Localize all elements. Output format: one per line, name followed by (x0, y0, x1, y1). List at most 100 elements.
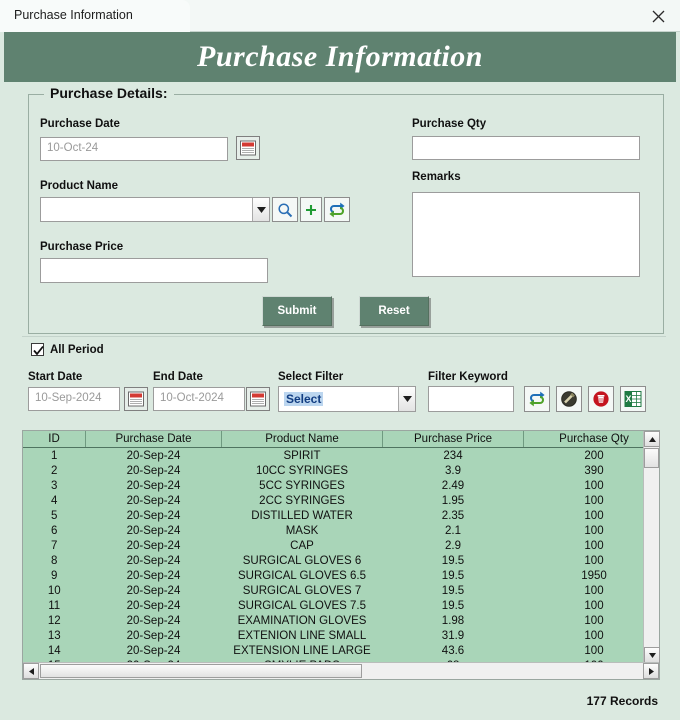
start-date-input[interactable]: 10-Sep-2024 (28, 387, 120, 411)
table-row[interactable]: 14 20-Sep-24 EXTENSION LINE LARGE 43.6 100 (23, 643, 643, 658)
table-row[interactable]: 5 20-Sep-24 DISTILLED WATER 2.35 100 (23, 508, 643, 523)
table-row[interactable]: 3 20-Sep-24 5CC SYRINGES 2.49 100 (23, 478, 643, 493)
table-cell: 200 (523, 447, 643, 463)
window-titlebar: Purchase Information (0, 0, 680, 32)
grid-vertical-scrollbar[interactable] (643, 431, 660, 663)
table-row[interactable]: 9 20-Sep-24 SURGICAL GLOVES 6.5 19.5 1950 (23, 568, 643, 583)
table-cell: SURGICAL GLOVES 6.5 (221, 568, 383, 583)
product-search-button[interactable] (272, 197, 298, 222)
end-date-calendar-button[interactable] (246, 387, 270, 411)
end-date-input[interactable]: 10-Oct-2024 (153, 387, 245, 411)
table-row[interactable]: 1 20-Sep-24 SPIRIT 234 200 (23, 447, 643, 463)
column-header-id[interactable]: ID (23, 431, 86, 448)
table-row[interactable]: 8 20-Sep-24 SURGICAL GLOVES 6 19.5 100 (23, 553, 643, 568)
horizontal-scroll-thumb[interactable] (40, 664, 362, 678)
export-excel-button[interactable]: X (620, 386, 646, 412)
table-cell: 100 (523, 628, 643, 643)
filter-keyword-label: Filter Keyword (428, 371, 508, 383)
table-row[interactable]: 11 20-Sep-24 SURGICAL GLOVES 7.5 19.5 100 (23, 598, 643, 613)
product-add-button[interactable] (300, 197, 322, 222)
column-header-qty[interactable]: Purchase Qty (523, 431, 643, 448)
table-cell: 2.35 (382, 508, 524, 523)
table-row[interactable]: 13 20-Sep-24 EXTENION LINE SMALL 31.9 100 (23, 628, 643, 643)
scroll-left-button[interactable] (23, 663, 39, 679)
all-period-checkbox-row[interactable]: All Period (31, 343, 104, 356)
table-cell: 20-Sep-24 (85, 447, 222, 463)
purchase-date-value: 10-Oct-24 (47, 142, 99, 155)
table-cell: 100 (523, 523, 643, 538)
column-header-price[interactable]: Purchase Price (382, 431, 524, 448)
table-cell: 20-Sep-24 (85, 493, 222, 508)
svg-text:X: X (625, 394, 631, 404)
table-cell: 5 (23, 508, 86, 523)
table-cell: 100 (523, 508, 643, 523)
table-row[interactable]: 2 20-Sep-24 10CC SYRINGES 3.9 390 (23, 463, 643, 478)
table-row[interactable]: 6 20-Sep-24 MASK 2.1 100 (23, 523, 643, 538)
table-cell: 14 (23, 643, 86, 658)
purchase-data-grid[interactable]: ID Purchase Date Product Name Purchase P… (22, 430, 660, 680)
calendar-icon (250, 391, 266, 407)
reset-button[interactable]: Reset (359, 296, 429, 326)
start-date-calendar-button[interactable] (124, 387, 148, 411)
table-row[interactable]: 4 20-Sep-24 2CC SYRINGES 1.95 100 (23, 493, 643, 508)
table-cell: 20-Sep-24 (85, 463, 222, 478)
product-refresh-button[interactable] (324, 197, 350, 222)
table-cell: 7 (23, 538, 86, 553)
purchase-date-input[interactable]: 10-Oct-24 (40, 137, 228, 161)
table-row[interactable]: 7 20-Sep-24 CAP 2.9 100 (23, 538, 643, 553)
table-row[interactable]: 10 20-Sep-24 SURGICAL GLOVES 7 19.5 100 (23, 583, 643, 598)
table-cell: DISTILLED WATER (221, 508, 383, 523)
clear-icon (561, 391, 577, 407)
calendar-icon (240, 140, 256, 156)
filter-clear-button[interactable] (556, 386, 582, 412)
caret-right-icon (648, 667, 654, 675)
remarks-textarea[interactable] (412, 192, 640, 277)
select-filter-dropdown-arrow[interactable] (398, 387, 415, 411)
all-period-checkbox[interactable] (31, 343, 44, 356)
section-divider (22, 336, 666, 337)
submit-button[interactable]: Submit (262, 296, 332, 326)
table-cell: 13 (23, 628, 86, 643)
product-name-dropdown-arrow[interactable] (252, 198, 269, 221)
start-date-value: 10-Sep-2024 (35, 392, 102, 405)
purchase-price-input[interactable] (40, 258, 268, 283)
table-cell: 6 (23, 523, 86, 538)
column-header-date[interactable]: Purchase Date (85, 431, 222, 448)
table-cell: 2CC SYRINGES (221, 493, 383, 508)
table-cell: 5CC SYRINGES (221, 478, 383, 493)
select-filter-combo[interactable]: Select (278, 386, 416, 412)
filter-keyword-input[interactable] (428, 386, 514, 412)
record-count: 177 Records (586, 694, 658, 708)
all-period-label: All Period (50, 343, 104, 356)
grid-table: ID Purchase Date Product Name Purchase P… (23, 431, 643, 663)
scroll-up-button[interactable] (644, 431, 660, 447)
table-cell: 20-Sep-24 (85, 538, 222, 553)
purchase-qty-input[interactable] (412, 136, 640, 160)
table-cell: 20-Sep-24 (85, 598, 222, 613)
table-row[interactable]: 12 20-Sep-24 EXAMINATION GLOVES 1.98 100 (23, 613, 643, 628)
grid-header-row: ID Purchase Date Product Name Purchase P… (23, 431, 643, 448)
table-cell: SPIRIT (221, 447, 383, 463)
table-cell: 3.9 (382, 463, 524, 478)
close-button[interactable] (644, 4, 672, 28)
column-header-product[interactable]: Product Name (221, 431, 383, 448)
scroll-down-button[interactable] (644, 647, 660, 663)
vertical-scroll-thumb[interactable] (644, 448, 659, 468)
purchase-qty-label: Purchase Qty (412, 118, 487, 130)
scroll-right-button[interactable] (643, 663, 659, 679)
filter-refresh-button[interactable] (524, 386, 550, 412)
filter-delete-button[interactable] (588, 386, 614, 412)
search-icon (278, 202, 293, 217)
product-name-combo[interactable] (40, 197, 270, 222)
purchase-date-calendar-button[interactable] (236, 136, 260, 160)
grid-body: 1 20-Sep-24 SPIRIT 234 200 2 20-Sep-24 10CC SYR… (23, 447, 643, 663)
grid-horizontal-scrollbar[interactable] (23, 662, 659, 679)
table-cell: 19.5 (382, 553, 524, 568)
start-date-label: Start Date (28, 371, 83, 383)
table-cell: 3 (23, 478, 86, 493)
page-banner: Purchase Information (4, 32, 676, 82)
refresh-icon (529, 391, 545, 407)
table-cell: EXTENSION LINE LARGE (221, 643, 383, 658)
table-cell: 8 (23, 553, 86, 568)
table-cell: 4 (23, 493, 86, 508)
